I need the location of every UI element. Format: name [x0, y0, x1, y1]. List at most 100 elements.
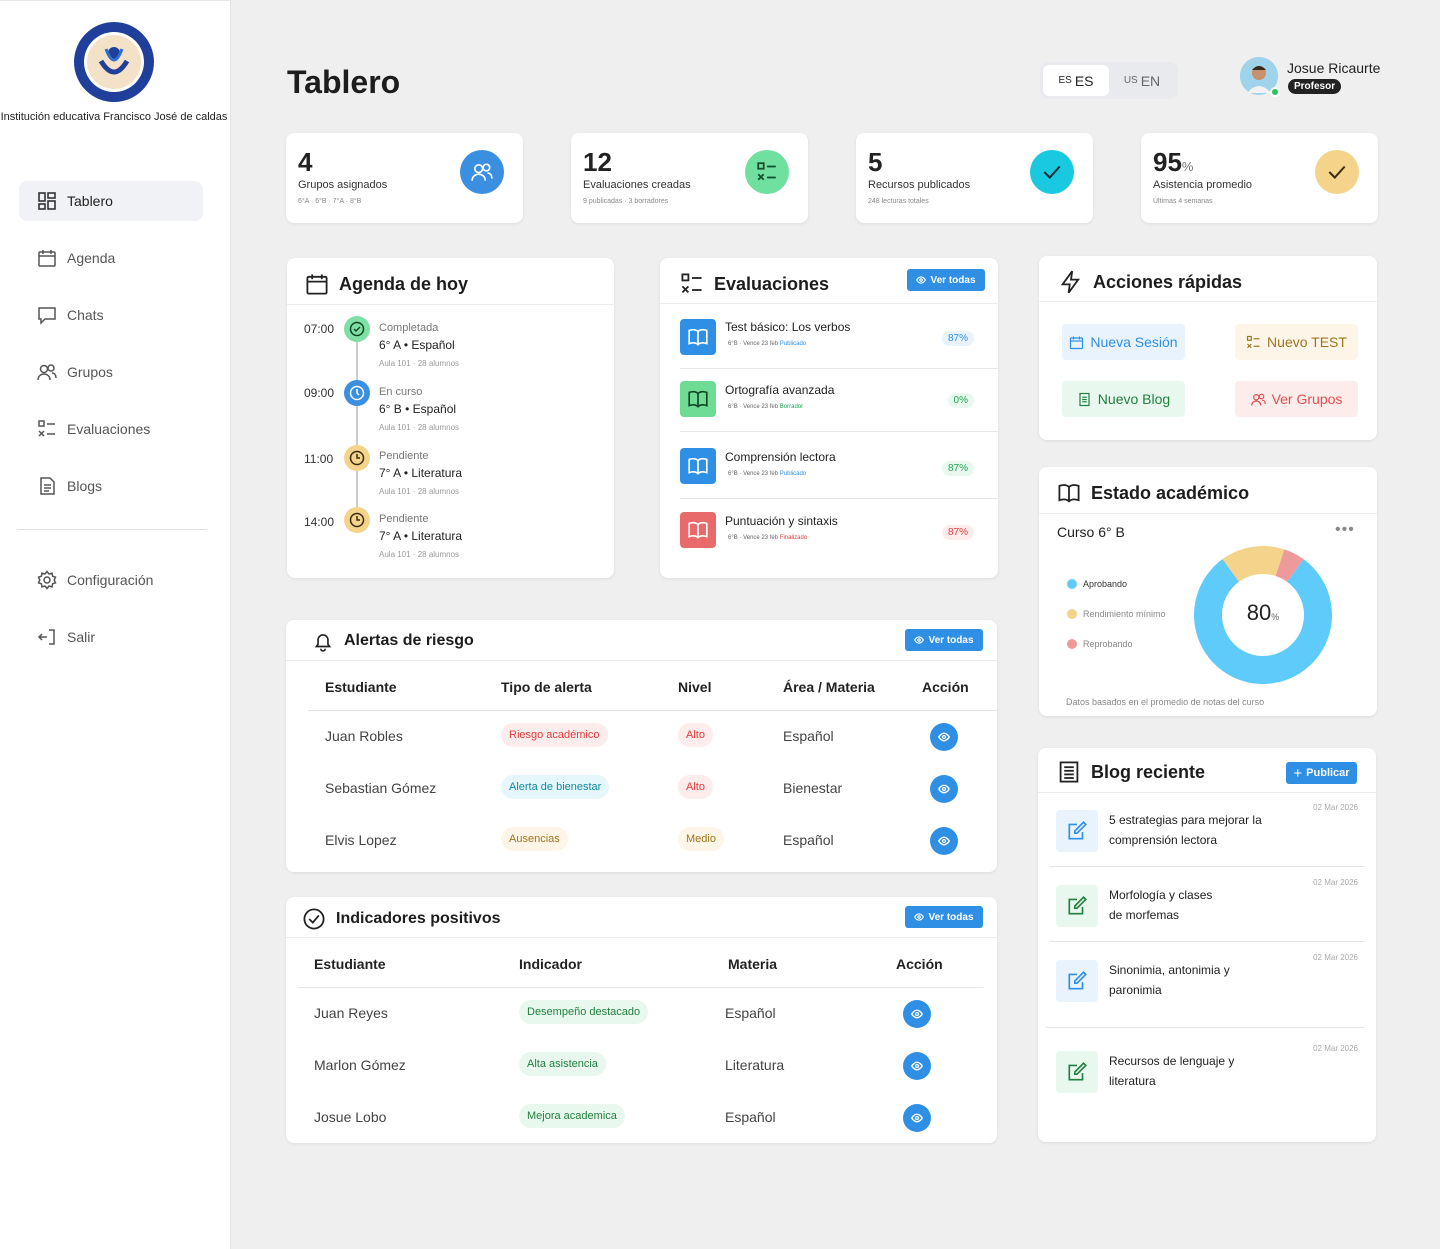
view-button[interactable]: [930, 723, 958, 751]
eye-icon: [911, 1009, 923, 1019]
indicator-badge: Mejora academica: [519, 1104, 625, 1128]
eye-icon: [938, 732, 950, 742]
blog-title[interactable]: Sinonimia, antonimia y paronimia: [1109, 960, 1249, 1000]
nav-tablero[interactable]: Tablero: [19, 181, 203, 221]
checklist-icon: [38, 420, 55, 437]
page-title: Tablero: [287, 64, 401, 100]
blog-date: 02 Mar 2026: [1313, 953, 1358, 962]
ver-todas-button[interactable]: Ver todas: [905, 906, 983, 928]
nav-agenda[interactable]: Agenda: [19, 238, 203, 278]
divider: [1046, 1027, 1364, 1028]
column-header: Estudiante: [325, 679, 397, 695]
blog-title[interactable]: 5 estrategias para mejorar la comprensió…: [1109, 810, 1279, 850]
evaluation-meta: 6°B · Vence 23 feb Finalizado: [728, 535, 808, 541]
in-progress-icon: [344, 380, 370, 406]
edit-icon: [1056, 810, 1098, 852]
nav-label: Grupos: [67, 364, 113, 380]
evaluation-meta: 6°B · Vence 23 feb Publicado: [728, 471, 807, 477]
agenda-class[interactable]: 7° A • Literatura: [379, 529, 462, 543]
stat-value: 4: [298, 147, 313, 177]
recent-blog-title-text: Blog reciente: [1091, 761, 1206, 782]
evaluation-meta: 6°B · Vence 23 feb Borrador: [728, 404, 804, 410]
language-switcher: ES ES US EN: [1040, 62, 1178, 99]
nav-chats[interactable]: Chats: [19, 295, 203, 335]
stat-icon-bg: [1030, 150, 1074, 194]
book-icon: [680, 512, 716, 548]
nav-blogs[interactable]: Blogs: [19, 466, 203, 506]
evaluation-meta: 6°B · Vence 23 feb Publicado: [728, 341, 807, 347]
stat-sub: Últimas 4 semanas: [1153, 198, 1213, 205]
lang-en-button[interactable]: US EN: [1109, 65, 1175, 96]
nav-label: Chats: [67, 307, 104, 323]
publicar-button[interactable]: + Publicar: [1286, 762, 1357, 784]
lang-es-button[interactable]: ES ES: [1043, 65, 1109, 96]
blog-date: 02 Mar 2026: [1313, 1044, 1358, 1053]
blog-date: 02 Mar 2026: [1313, 878, 1358, 887]
newspaper-icon: [1059, 761, 1079, 783]
chat-icon: [38, 307, 56, 325]
evaluation-percent: 87%: [941, 461, 974, 476]
nav-grupos[interactable]: Grupos: [19, 352, 203, 392]
legend-item: Rendimiento mínimo: [1067, 609, 1166, 619]
chart-footnote: Datos basados en el promedio de notas de…: [1066, 697, 1265, 707]
academic-status-card: Estado académico Curso 6° B ••• Aproband…: [1039, 467, 1377, 716]
divider: [680, 431, 998, 432]
view-button[interactable]: [903, 1000, 931, 1028]
nav-evaluaciones[interactable]: Evaluaciones: [19, 409, 203, 449]
level-badge: Alto: [678, 723, 713, 747]
stat-value: 12: [583, 147, 612, 177]
edit-icon: [1056, 960, 1098, 1002]
stat-value: 95%: [1153, 147, 1194, 177]
document-icon: [40, 477, 55, 495]
eye-icon: [914, 636, 925, 644]
evaluation-percent: 0%: [947, 393, 974, 408]
stat-icon-bg: [1315, 150, 1359, 194]
user-profile[interactable]: Josue Ricaurte Profesor: [1240, 57, 1380, 97]
user-name: Josue Ricaurte: [1287, 60, 1381, 76]
evaluation-title[interactable]: Test básico: Los verbos: [725, 320, 850, 334]
evaluation-title[interactable]: Puntuación y sintaxis: [725, 514, 838, 528]
column-header: Nivel: [678, 679, 712, 695]
evaluaciones-title: Evaluaciones: [680, 272, 829, 296]
agenda-class[interactable]: 6° A • Español: [379, 338, 455, 352]
view-button[interactable]: [930, 775, 958, 803]
ver-todas-button[interactable]: Ver todas: [907, 269, 985, 291]
calendar-icon: [38, 250, 56, 267]
view-button[interactable]: [903, 1052, 931, 1080]
ver-todas-button[interactable]: Ver todas: [905, 629, 983, 651]
calendar-icon: [306, 274, 328, 295]
agenda-status: En curso: [379, 386, 423, 398]
nuevo-test-button[interactable]: Nuevo TEST: [1235, 324, 1358, 360]
academic-status-title: Estado académico: [1057, 481, 1249, 505]
nav-configuracion[interactable]: Configuración: [19, 560, 203, 600]
book-icon: [680, 381, 716, 417]
alert-type-badge: Alerta de bienestar: [501, 775, 610, 799]
column-header: Indicador: [519, 956, 583, 972]
view-button[interactable]: [930, 827, 958, 855]
student-name: Marlon Gómez: [314, 1057, 406, 1073]
blog-title[interactable]: Recursos de lenguaje y literatura: [1109, 1051, 1249, 1091]
agenda-status: Pendiente: [379, 513, 429, 525]
nav-salir[interactable]: Salir: [19, 617, 203, 657]
nuevo-blog-button[interactable]: Nuevo Blog: [1062, 381, 1185, 417]
nav-label: Configuración: [67, 572, 154, 588]
evaluation-title[interactable]: Ortografía avanzada: [725, 383, 834, 397]
avatar: [1240, 57, 1280, 97]
agenda-card: Agenda de hoy 07:00 Completada 6° A • Es…: [287, 258, 614, 578]
view-button[interactable]: [903, 1104, 931, 1132]
stat-sub: 248 lecturas totales: [868, 198, 929, 205]
agenda-class[interactable]: 6° B • Español: [379, 402, 456, 416]
donut-center-value: 80%: [1246, 600, 1280, 625]
flag-es: ES: [1058, 75, 1072, 86]
agenda-class[interactable]: 7° A • Literatura: [379, 466, 462, 480]
more-options-icon[interactable]: •••: [1335, 521, 1355, 539]
area-text: Español: [783, 832, 834, 848]
nueva-sesion-button[interactable]: Nueva Sesión: [1062, 324, 1185, 360]
ver-grupos-button[interactable]: Ver Grupos: [1235, 381, 1358, 417]
check-icon: [1043, 165, 1061, 179]
evaluation-title[interactable]: Comprensión lectora: [725, 450, 836, 464]
legend-item: Reprobando: [1067, 639, 1133, 649]
blog-title[interactable]: Morfología y clases de morfemas: [1109, 885, 1229, 925]
agenda-time: 11:00: [304, 452, 334, 466]
pending-clock-icon: [344, 507, 370, 533]
